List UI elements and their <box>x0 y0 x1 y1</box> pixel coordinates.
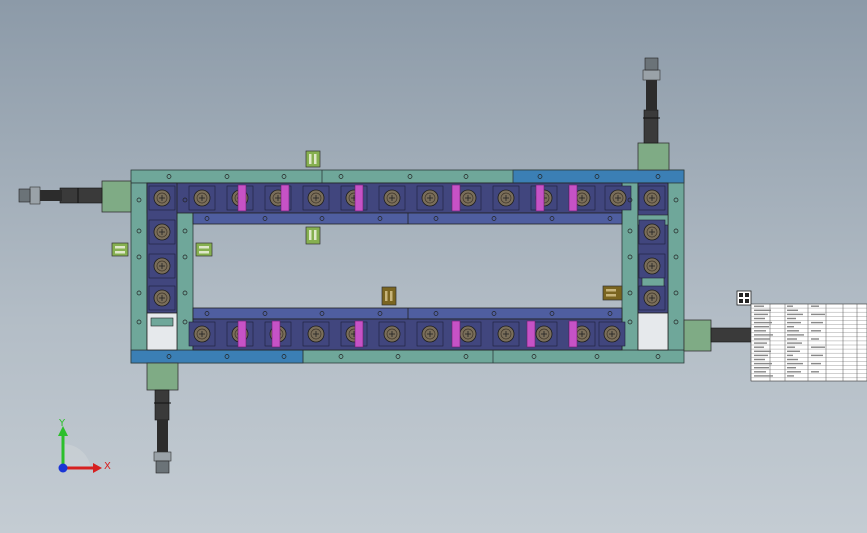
z-axis-dot <box>58 463 68 473</box>
cylinder-left <box>18 180 132 213</box>
clip-top-center <box>305 150 321 168</box>
cylinder-right <box>683 319 756 352</box>
y-axis-label: Y <box>58 418 66 429</box>
lower-roller-line <box>192 307 623 351</box>
pusher-pad <box>237 184 247 212</box>
pusher-pad <box>451 320 461 348</box>
title-block-table <box>750 303 867 382</box>
clip-left-inner <box>195 242 213 257</box>
pusher-pad <box>568 320 578 348</box>
pusher-pad <box>354 320 364 348</box>
coordinate-triad: Y X <box>58 418 111 473</box>
pusher-pad <box>271 320 281 348</box>
pusher-pad <box>451 184 461 212</box>
cylinder-bottom <box>146 362 179 474</box>
pusher-pad <box>568 184 578 212</box>
clip-lower-center <box>381 286 397 306</box>
clip-right <box>602 285 623 301</box>
clip-left-outer <box>111 242 129 257</box>
pusher-pad <box>354 184 364 212</box>
pusher-pad <box>526 320 536 348</box>
clip-mid-center <box>305 226 321 245</box>
x-axis-label: X <box>104 461 111 472</box>
pusher-pad <box>237 320 247 348</box>
cad-viewport[interactable]: Y X <box>0 0 867 533</box>
move-handle-icon[interactable] <box>736 290 752 306</box>
cylinder-top <box>637 57 670 171</box>
pusher-pad <box>280 184 290 212</box>
pusher-pad <box>535 184 545 212</box>
